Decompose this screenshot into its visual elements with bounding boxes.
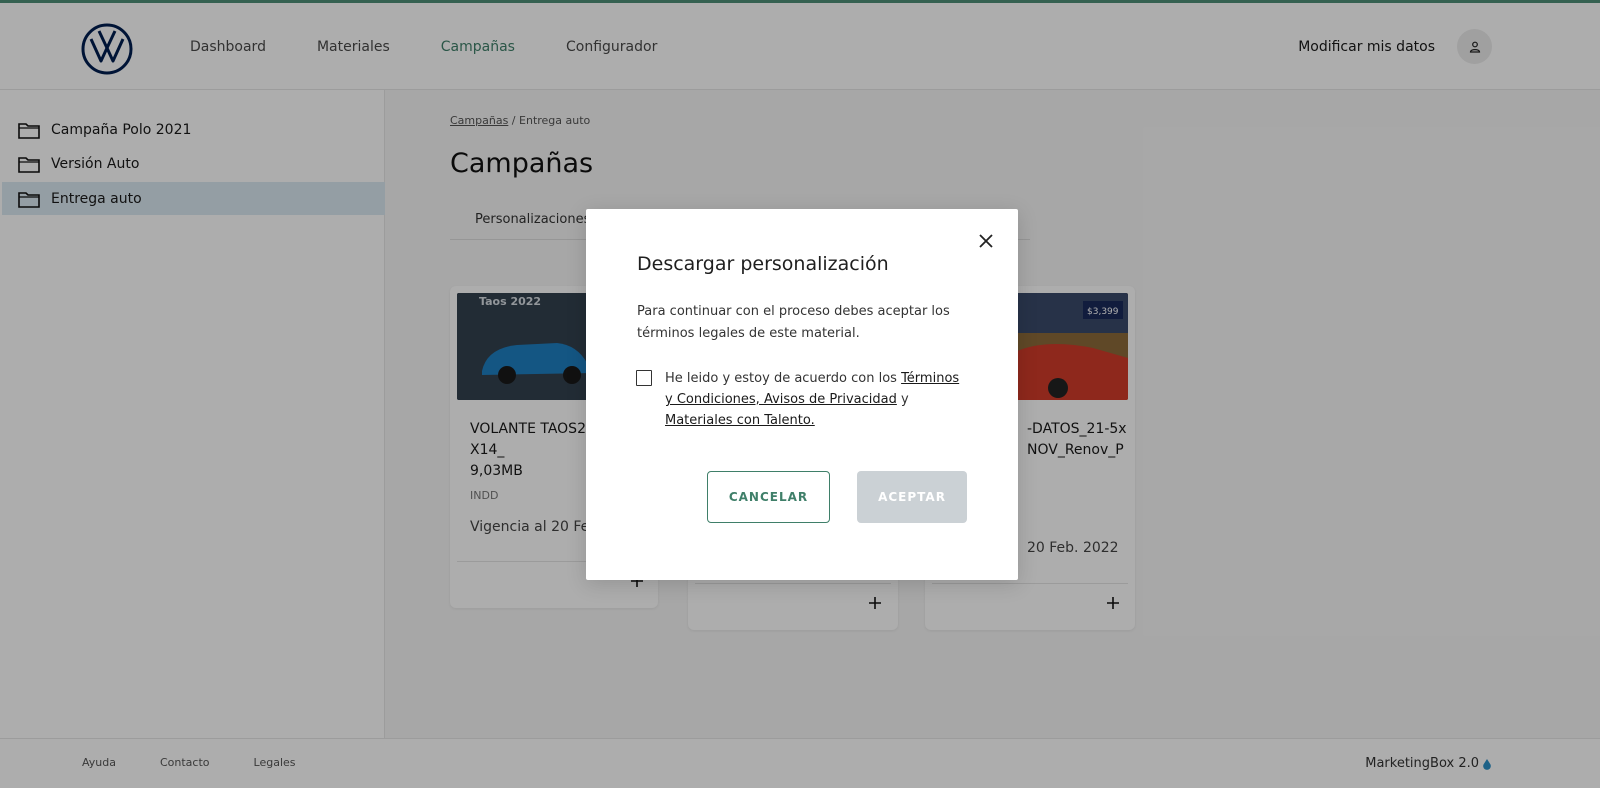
terms-agreement: He leido y estoy de acuerdo con los Térm… — [636, 368, 965, 431]
dialog-title: Descargar personalización — [637, 253, 889, 275]
close-icon[interactable] — [978, 233, 994, 249]
terms-text: He leido y estoy de acuerdo con los Térm… — [665, 368, 965, 431]
dialog-description: Para continuar con el proceso debes acep… — [637, 304, 950, 341]
terms-prefix: He leido y estoy de acuerdo con los — [665, 371, 902, 386]
cancel-button[interactable]: CANCELAR — [707, 471, 830, 523]
materials-talent-link[interactable]: Materiales con Talento. — [665, 413, 815, 428]
terms-join: y — [896, 392, 909, 407]
terms-checkbox[interactable] — [636, 370, 652, 386]
download-dialog: Descargar personalización Para continuar… — [586, 209, 1018, 580]
accept-button[interactable]: ACEPTAR — [857, 471, 967, 523]
